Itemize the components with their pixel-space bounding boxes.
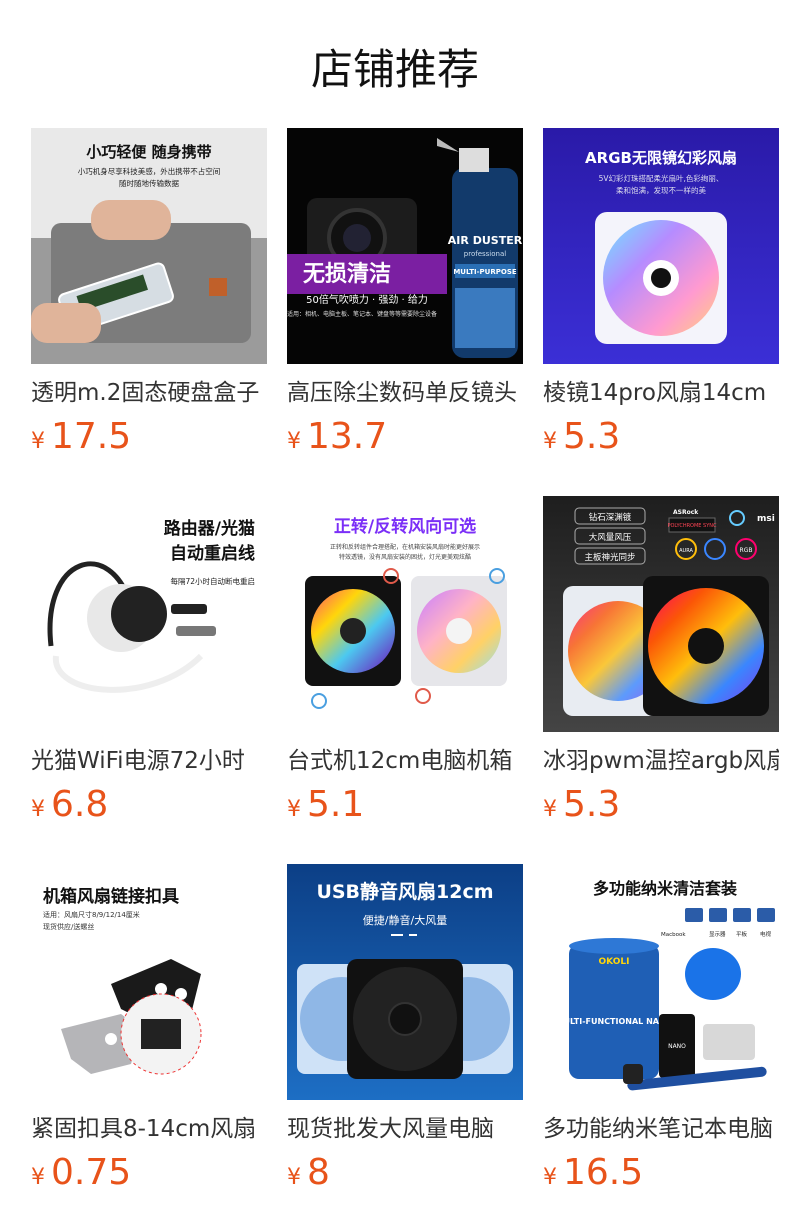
product-name[interactable]: 紧固扣具8-14cm风扇 xyxy=(31,1112,267,1146)
product-card[interactable]: 小巧轻便 随身携带 小巧机身尽享科技美感，外出携带不占空间 随时随地传输数据 透… xyxy=(31,128,267,458)
image-subtext: 5V幻彩灯珠搭配柔光扇叶,色彩绚丽、 xyxy=(599,173,724,183)
product-image[interactable]: 机箱风扇链接扣具 适用：风扇尺寸8/9/12/14厘米 现货供应/送螺丝 xyxy=(31,864,267,1100)
image-subtext: 现货供应/送螺丝 xyxy=(43,922,94,931)
image-subtext: 柔和饱满，发现不一样的美 xyxy=(616,185,706,195)
price-value: 5.3 xyxy=(563,784,621,825)
product-name[interactable]: 台式机12cm电脑机箱 xyxy=(287,744,523,778)
product-card[interactable]: 路由器/光猫 自动重启线 每隔72小时自动断电重启 光猫WiFi电源72小时 ¥… xyxy=(31,496,267,826)
image-tag: 主板神光同步 xyxy=(584,552,635,563)
image-subtext: 小巧机身尽享科技美感，外出携带不占空间 xyxy=(78,166,221,176)
image-headline: 多功能纳米清洁套装 xyxy=(593,879,737,898)
product-card[interactable]: 多功能纳米清洁套装 Macbook 显示器 平板 电视 OKOLI MULTI-… xyxy=(543,864,779,1194)
image-subtext: 每隔72小时自动断电重启 xyxy=(170,576,255,586)
product-image[interactable]: 小巧轻便 随身携带 小巧机身尽享科技美感，外出携带不占空间 随时随地传输数据 xyxy=(31,128,267,364)
product-image[interactable]: 多功能纳米清洁套装 Macbook 显示器 平板 电视 OKOLI MULTI-… xyxy=(543,864,779,1100)
can-brand-sub: professional xyxy=(464,250,506,258)
product-price: ¥5.1 xyxy=(287,784,364,826)
brand-logo: ASRock xyxy=(673,509,699,516)
product-image[interactable]: 无损清洁 50倍气吹喷力 · 强劲 · 给力 适用：相机、电脑主板、笔记本、键盘… xyxy=(287,128,523,364)
brand-logo: POLYCHROME SYNC xyxy=(667,523,717,529)
device-label: 显示器 xyxy=(709,931,726,938)
brand-badge: RGB xyxy=(740,547,753,554)
price-value: 17.5 xyxy=(51,416,132,457)
product-price: ¥0.75 xyxy=(31,1152,131,1194)
product-image[interactable]: 钻石深渊镀 大风量风压 主板神光同步 ASRock POLYCHROME SYN… xyxy=(543,496,779,732)
image-headline: 机箱风扇链接扣具 xyxy=(43,886,179,907)
product-image[interactable]: ARGB无限镜幻彩风扇 5V幻彩灯珠搭配柔光扇叶,色彩绚丽、 柔和饱满，发现不一… xyxy=(543,128,779,364)
device-label: 电视 xyxy=(760,930,772,938)
brand-logo: msi xyxy=(757,514,775,524)
currency-symbol: ¥ xyxy=(543,1165,557,1190)
image-subtext: 正转和反转组件合理搭配，在机箱安装风扇时能更好展示 xyxy=(330,543,480,551)
can-brand: OKOLI xyxy=(599,957,630,967)
product-card[interactable]: 钻石深渊镀 大风量风压 主板神光同步 ASRock POLYCHROME SYN… xyxy=(543,496,779,826)
device-label: Macbook xyxy=(661,932,686,938)
currency-symbol: ¥ xyxy=(31,797,45,822)
price-value: 0.75 xyxy=(51,1152,132,1193)
product-image[interactable]: USB静音风扇12cm 便捷/静音/大风量 xyxy=(287,864,523,1100)
image-tag: 大风量风压 xyxy=(589,532,632,543)
image-subtext: 适用：相机、电脑主板、笔记本、键盘等等需要除尘设备 xyxy=(287,310,437,318)
can-text: MULTI-FUNCTIONAL NANO xyxy=(556,1017,673,1026)
product-price: ¥13.7 xyxy=(287,416,387,458)
product-price: ¥17.5 xyxy=(31,416,131,458)
product-price: ¥5.3 xyxy=(543,416,620,458)
image-headline: ARGB无限镜幻彩风扇 xyxy=(585,149,737,167)
product-name[interactable]: 多功能纳米笔记本电脑 xyxy=(543,1112,779,1146)
image-headline: 自动重启线 xyxy=(170,543,255,564)
price-value: 5.3 xyxy=(563,416,621,457)
image-headline: 路由器/光猫 xyxy=(164,518,255,539)
price-value: 16.5 xyxy=(563,1152,644,1193)
product-card[interactable]: ARGB无限镜幻彩风扇 5V幻彩灯珠搭配柔光扇叶,色彩绚丽、 柔和饱满，发现不一… xyxy=(543,128,779,458)
currency-symbol: ¥ xyxy=(287,797,301,822)
product-card[interactable]: USB静音风扇12cm 便捷/静音/大风量 现货批发大风量电脑 ¥8 xyxy=(287,864,523,1194)
price-value: 8 xyxy=(307,1152,330,1193)
product-price: ¥5.3 xyxy=(543,784,620,826)
product-name[interactable]: 透明m.2固态硬盘盒子 xyxy=(31,376,267,410)
product-card[interactable]: 正转/反转风向可选 正转和反转组件合理搭配，在机箱安装风扇时能更好展示 特效透镜… xyxy=(287,496,523,826)
bottle-label: NANO xyxy=(668,1043,686,1050)
brand-badge: AURA xyxy=(679,548,693,554)
image-subtext: 50倍气吹喷力 · 强劲 · 给力 xyxy=(306,293,428,306)
product-name[interactable]: 棱镜14pro风扇14cm xyxy=(543,376,779,410)
currency-symbol: ¥ xyxy=(543,429,557,454)
currency-symbol: ¥ xyxy=(287,1165,301,1190)
price-value: 5.1 xyxy=(307,784,365,825)
price-value: 13.7 xyxy=(307,416,388,457)
device-label: 平板 xyxy=(736,930,748,938)
product-name[interactable]: 光猫WiFi电源72小时 xyxy=(31,744,267,778)
currency-symbol: ¥ xyxy=(287,429,301,454)
can-brand: AIR DUSTER xyxy=(448,234,523,247)
image-subtext: 适用：风扇尺寸8/9/12/14厘米 xyxy=(43,910,140,919)
product-name[interactable]: 现货批发大风量电脑 xyxy=(287,1112,523,1146)
product-name[interactable]: 高压除尘数码单反镜头 xyxy=(287,376,523,410)
image-headline: 无损清洁 xyxy=(303,261,391,287)
currency-symbol: ¥ xyxy=(543,797,557,822)
currency-symbol: ¥ xyxy=(31,1165,45,1190)
image-headline: USB静音风扇12cm xyxy=(316,880,493,903)
image-subtext: 特效透镜，没有风扇安装的困扰，灯光更美观炫酷 xyxy=(339,553,471,561)
product-card[interactable]: 机箱风扇链接扣具 适用：风扇尺寸8/9/12/14厘米 现货供应/送螺丝 紧固扣… xyxy=(31,864,267,1194)
image-subtext: 便捷/静音/大风量 xyxy=(363,913,447,927)
product-image[interactable]: 正转/反转风向可选 正转和反转组件合理搭配，在机箱安装风扇时能更好展示 特效透镜… xyxy=(287,496,523,732)
product-price: ¥6.8 xyxy=(31,784,108,826)
image-headline: 正转/反转风向可选 xyxy=(334,516,476,537)
can-tag: MULTI-PURPOSE xyxy=(453,268,517,276)
product-card[interactable]: 无损清洁 50倍气吹喷力 · 强劲 · 给力 适用：相机、电脑主板、笔记本、键盘… xyxy=(287,128,523,458)
price-value: 6.8 xyxy=(51,784,109,825)
image-headline: 小巧轻便 随身携带 xyxy=(86,143,211,161)
product-image[interactable]: 路由器/光猫 自动重启线 每隔72小时自动断电重启 xyxy=(31,496,267,732)
product-price: ¥16.5 xyxy=(543,1152,643,1194)
page-title: 店铺推荐 xyxy=(310,45,479,94)
image-subtext: 随时随地传输数据 xyxy=(119,178,179,188)
product-name[interactable]: 冰羽pwm温控argb风扇 xyxy=(543,744,779,778)
currency-symbol: ¥ xyxy=(31,429,45,454)
product-price: ¥8 xyxy=(287,1152,330,1194)
image-tag: 钻石深渊镀 xyxy=(589,512,632,523)
